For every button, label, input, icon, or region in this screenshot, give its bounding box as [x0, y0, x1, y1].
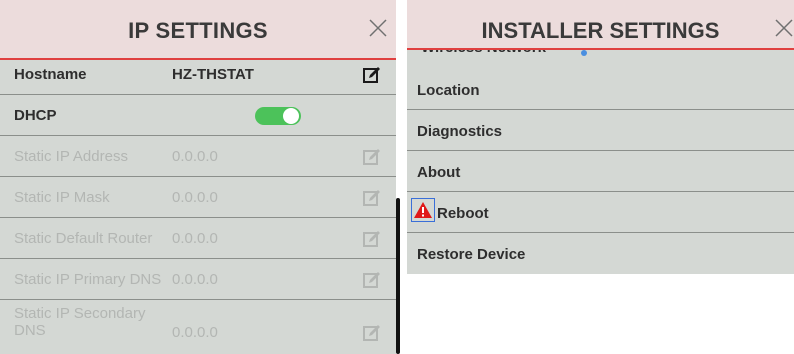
dhcp-label: DHCP: [14, 107, 57, 124]
warning-icon: [414, 202, 432, 218]
static-default-router-value: 0.0.0.0: [172, 230, 218, 247]
static-ip-address-row: Static IP Address 0.0.0.0: [0, 136, 396, 177]
static-ip-address-label: Static IP Address: [14, 148, 128, 165]
static-ip-mask-row: Static IP Mask 0.0.0.0: [0, 177, 396, 218]
label-line-2: DNS: [14, 322, 46, 339]
edit-icon: [363, 149, 380, 165]
edit-icon: [363, 325, 380, 341]
static-ip-secondary-dns-value: 0.0.0.0: [172, 324, 218, 341]
menu-item-location[interactable]: Location: [407, 69, 794, 110]
installer-settings-header: INSTALLER SETTINGS: [407, 0, 794, 50]
close-icon[interactable]: [366, 16, 390, 40]
static-ip-mask-label: Static IP Mask: [14, 189, 110, 206]
reboot-label: Reboot: [437, 205, 489, 222]
hostname-row[interactable]: Hostname HZ-THSTAT: [0, 54, 396, 95]
reboot-warning-button[interactable]: [411, 198, 435, 222]
menu-item-diagnostics[interactable]: Diagnostics: [407, 110, 794, 151]
ip-settings-header: IP SETTINGS: [0, 0, 396, 60]
static-ip-address-value: 0.0.0.0: [172, 148, 218, 165]
ip-settings-title: IP SETTINGS: [128, 18, 268, 43]
hostname-value: HZ-THSTAT: [172, 66, 254, 83]
static-ip-secondary-dns-row: Static IP Secondary DNS 0.0.0.0: [0, 300, 396, 354]
hostname-label: Hostname: [14, 66, 87, 83]
status-dot: [581, 50, 587, 56]
label-line-1: Static IP Secondary: [14, 305, 146, 322]
dhcp-row: DHCP: [0, 95, 396, 136]
static-ip-primary-dns-row: Static IP Primary DNS 0.0.0.0: [0, 259, 396, 300]
static-default-router-row: Static Default Router 0.0.0.0: [0, 218, 396, 259]
static-ip-secondary-dns-label: Static IP Secondary DNS: [14, 305, 145, 339]
static-ip-primary-dns-label: Static IP Primary DNS: [14, 271, 162, 288]
about-label: About: [417, 164, 461, 181]
ip-settings-panel: IP SETTINGS Hostname HZ-THSTAT DHCP Stat…: [0, 0, 396, 354]
menu-item-reboot[interactable]: Reboot: [407, 192, 794, 233]
diagnostics-label: Diagnostics: [417, 123, 503, 140]
edit-icon: [363, 190, 380, 206]
toggle-knob: [283, 108, 299, 124]
scrollbar[interactable]: [396, 198, 400, 354]
edit-icon[interactable]: [362, 65, 382, 85]
dhcp-toggle[interactable]: [255, 107, 301, 125]
menu-item-about[interactable]: About: [407, 151, 794, 192]
restore-device-label: Restore Device: [417, 246, 526, 263]
static-default-router-label: Static Default Router: [14, 230, 153, 247]
edit-icon: [363, 272, 380, 288]
location-label: Location: [417, 82, 480, 99]
static-ip-primary-dns-value: 0.0.0.0: [172, 271, 218, 288]
edit-icon: [363, 231, 380, 247]
installer-settings-title: INSTALLER SETTINGS: [481, 18, 720, 43]
menu-item-restore-device[interactable]: Restore Device: [407, 233, 794, 274]
static-ip-mask-value: 0.0.0.0: [172, 189, 218, 206]
close-icon[interactable]: [772, 16, 794, 40]
installer-settings-panel: Wireless Network INSTALLER SETTINGS Loca…: [407, 0, 794, 274]
